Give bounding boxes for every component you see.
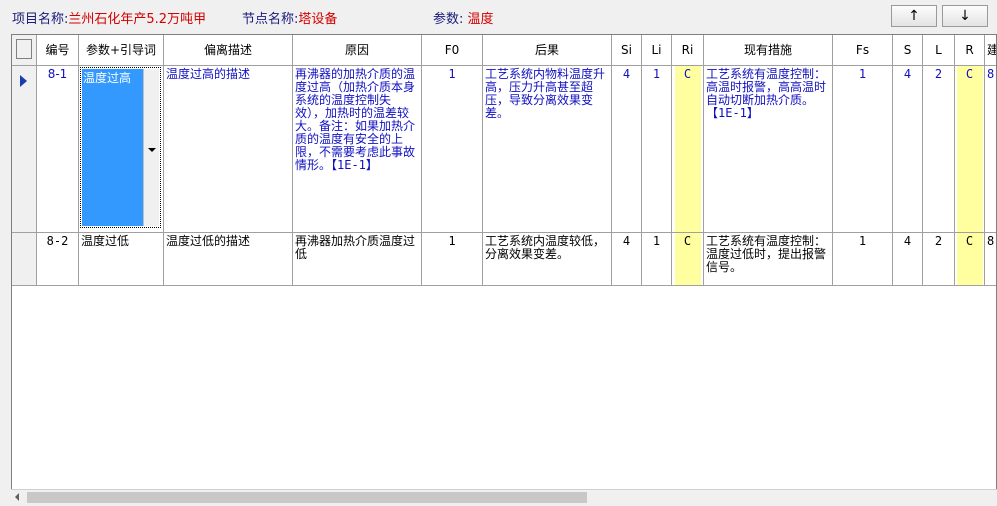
scrollbar-thumb[interactable] — [27, 492, 587, 503]
cell-r[interactable]: C — [955, 66, 985, 233]
col-header-f0[interactable]: F0 — [422, 35, 483, 66]
project-value: 兰州石化年产5.2万吨甲 — [68, 12, 207, 27]
cell-measures[interactable]: 工艺系统有温度控制：高温时报警，高高温时自动切断加热介质。【1E-1】 — [704, 66, 833, 233]
node-field: 节点名称:塔设备 — [242, 8, 337, 27]
col-header-li[interactable]: Li — [642, 35, 672, 66]
move-up-button[interactable]: ↑ — [891, 5, 937, 27]
param-dropdown-value: 温度过高 — [82, 69, 144, 226]
cell-id[interactable]: 8-2 — [37, 233, 79, 286]
cell-consequence[interactable]: 工艺系统内物料温度升高，压力升高甚至超压，导致分离效果变差。 — [483, 66, 612, 233]
project-label: 项目名称: — [12, 12, 69, 27]
col-header-id[interactable]: 编号 — [37, 35, 79, 66]
risk-highlight — [957, 66, 983, 232]
cell-extra[interactable]: 8- — [985, 66, 996, 233]
hazop-grid[interactable]: 编号 参数+引导词 偏离描述 原因 F0 后果 Si Li Ri 现有措施 Fs… — [11, 34, 997, 504]
cell-r[interactable]: C — [955, 233, 985, 286]
col-header-deviation[interactable]: 偏离描述 — [164, 35, 293, 66]
cell-cause[interactable]: 再沸器的加热介质的温度过高（加热介质本身系统的温度控制失效），加热时的温差较大。… — [293, 66, 422, 233]
row-selector-2[interactable] — [12, 233, 37, 286]
cell-ri-value: C — [683, 67, 692, 81]
header-bar: 项目名称:兰州石化年产5.2万吨甲 节点名称:塔设备 参数: 温度 ↑ ↓ — [0, 0, 997, 34]
col-header-s[interactable]: S — [893, 35, 923, 66]
row-selector-1[interactable] — [12, 66, 37, 233]
scroll-left-icon[interactable] — [15, 493, 19, 501]
param-dropdown[interactable]: 温度过高 — [80, 67, 161, 228]
cell-fs[interactable]: 1 — [833, 233, 893, 286]
cell-l[interactable]: 2 — [923, 66, 955, 233]
cell-cause[interactable]: 再沸器加热介质温度过低 — [293, 233, 422, 286]
cell-consequence[interactable]: 工艺系统内温度较低，分离效果变差。 — [483, 233, 612, 286]
risk-highlight — [675, 66, 701, 232]
current-row-indicator-icon — [20, 75, 27, 87]
col-header-measures[interactable]: 现有措施 — [704, 35, 833, 66]
left-margin — [0, 34, 11, 506]
cell-si[interactable]: 4 — [612, 66, 642, 233]
cell-f0[interactable]: 1 — [422, 66, 483, 233]
corner-cell[interactable] — [12, 35, 37, 66]
cell-id[interactable]: 8-1 — [37, 66, 79, 233]
param-field: 参数: 温度 — [433, 8, 494, 27]
horizontal-scrollbar[interactable] — [11, 489, 997, 505]
chevron-down-icon — [148, 148, 156, 152]
cell-deviation[interactable]: 温度过高的描述 — [164, 66, 293, 233]
col-header-ri[interactable]: Ri — [672, 35, 704, 66]
cell-s[interactable]: 4 — [893, 66, 923, 233]
col-header-r[interactable]: R — [955, 35, 985, 66]
col-header-fs[interactable]: Fs — [833, 35, 893, 66]
col-header-l[interactable]: L — [923, 35, 955, 66]
project-field: 项目名称:兰州石化年产5.2万吨甲 — [12, 8, 206, 27]
cell-measures[interactable]: 工艺系统有温度控制：温度过低时，提出报警信号。 — [704, 233, 833, 286]
cell-r-value: C — [965, 234, 974, 248]
col-header-extra[interactable]: 建 — [985, 35, 996, 66]
node-label: 节点名称: — [242, 12, 299, 27]
param-label: 参数: — [433, 12, 464, 27]
cell-li[interactable]: 1 — [642, 233, 672, 286]
cell-si[interactable]: 4 — [612, 233, 642, 286]
col-header-cause[interactable]: 原因 — [293, 35, 422, 66]
cell-l[interactable]: 2 — [923, 233, 955, 286]
cell-param-combo[interactable]: 温度过高 — [79, 66, 164, 233]
cell-deviation[interactable]: 温度过低的描述 — [164, 233, 293, 286]
cell-li[interactable]: 1 — [642, 66, 672, 233]
param-value: 温度 — [467, 12, 494, 27]
cell-ri[interactable]: C — [672, 233, 704, 286]
node-value: 塔设备 — [298, 12, 338, 27]
col-header-si[interactable]: Si — [612, 35, 642, 66]
cell-s[interactable]: 4 — [893, 233, 923, 286]
cell-f0[interactable]: 1 — [422, 233, 483, 286]
cell-ri-value: C — [683, 234, 692, 248]
dropdown-button[interactable] — [143, 69, 159, 226]
col-header-param[interactable]: 参数+引导词 — [79, 35, 164, 66]
cell-extra[interactable]: 8- — [985, 233, 996, 286]
cell-r-value: C — [965, 67, 974, 81]
col-header-consequence[interactable]: 后果 — [483, 35, 612, 66]
move-down-button[interactable]: ↓ — [942, 5, 988, 27]
cell-param[interactable]: 温度过低 — [79, 233, 164, 286]
cell-fs[interactable]: 1 — [833, 66, 893, 233]
cell-ri[interactable]: C — [672, 66, 704, 233]
